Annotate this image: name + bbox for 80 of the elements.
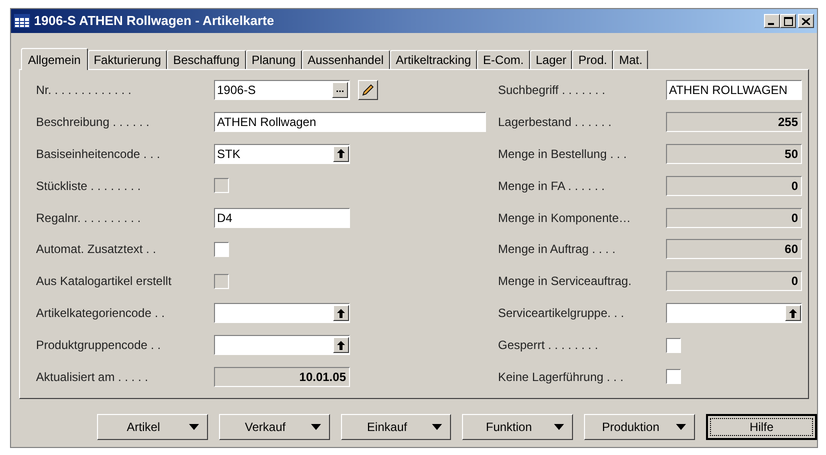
tab[interactable]: Beschaffung [167,50,246,69]
checkbox[interactable] [666,369,681,384]
menu-button[interactable]: Artikel [97,414,208,440]
close-button[interactable] [798,14,814,28]
tab[interactable]: Lager [530,50,572,69]
edit-button[interactable] [358,80,378,100]
maximize-icon [784,16,792,26]
field-label: Keine Lagerführung . . . [498,368,624,386]
text-field[interactable]: ATHEN Rollwagen [214,112,486,132]
readonly-field: 10.01.05 [214,366,350,387]
up-arrow-icon [337,340,345,350]
field-value: 1906-S [216,82,257,99]
lookup-field[interactable]: 1906-S ... [214,80,350,100]
tab[interactable]: Prod. [572,50,614,69]
dropdown-field[interactable] [214,335,350,355]
field-label: Menge in Auftrag . . . . [498,241,616,258]
readonly-field: 50 [666,144,802,164]
dropdown-arrow-icon [188,424,199,430]
field-label: Produktgruppencode . . [36,337,162,354]
lookup-button[interactable] [785,305,801,322]
ellipsis-button[interactable]: ... [332,82,348,98]
menu-button[interactable]: Verkauf [218,414,330,440]
field-label: Suchbegriff . . . . . . . [498,82,606,99]
dropdown-arrow-icon [432,424,442,430]
dropdown-field[interactable]: STK [214,144,350,164]
text-field[interactable]: D4 [214,208,350,228]
field-label: Menge in Serviceauftrag. [498,273,632,290]
tab[interactable]: Mat. [613,50,648,69]
readonly-field: 0 [666,208,802,228]
maximize-button[interactable] [780,14,796,28]
dropdown-arrow-icon [676,424,686,430]
minimize-icon [768,23,776,25]
pencil-icon [362,84,374,96]
tab[interactable]: Aussenhandel [302,50,390,69]
field-label: Beschreibung . . . . . . [36,114,150,131]
field-label: Menge in Komponente… [498,210,632,226]
readonly-field: 0 [666,271,802,292]
field-label: Basiseinheitencode . . . [36,146,162,163]
field-value: STK [216,146,242,163]
tab[interactable]: Fakturierung [88,50,168,69]
dropdown-field[interactable] [666,303,802,324]
tab[interactable]: Planung [246,50,302,69]
field-label: Menge in FA . . . . . . [498,178,606,195]
field-label: Menge in Bestellung . . . [498,146,628,163]
checkbox[interactable] [666,338,681,352]
up-arrow-icon [337,149,345,158]
up-arrow-icon [789,308,797,318]
menu-button[interactable]: Einkauf [340,414,452,440]
field-label: Lagerbestand . . . . . . [498,114,612,131]
help-button[interactable]: Hilfe [706,414,818,440]
field-label: Nr. . . . . . . . . . . . . [36,82,132,99]
dropdown-arrow-icon [310,424,321,430]
readonly-field: 60 [666,239,802,260]
field-label: Serviceartikelgruppe. . . [498,305,626,322]
window-title: 1906-S ATHEN Rollwagen - Artikelkarte [34,12,276,30]
lookup-button[interactable] [333,305,349,322]
checkbox[interactable] [214,242,229,257]
text-field[interactable]: ATHEN ROLLWAGEN [666,80,802,100]
lookup-button[interactable] [333,146,349,162]
field-label: Aus Katalogartikel erstellt [36,273,172,290]
close-icon [802,18,810,24]
field-label: Gesperrt . . . . . . . . [498,337,600,354]
tab[interactable]: E-Com. [477,50,530,69]
field-label: Stückliste . . . . . . . . [36,178,142,195]
up-arrow-icon [337,308,345,318]
lookup-button[interactable] [333,337,349,353]
menu-button[interactable]: Funktion [462,414,574,440]
tab[interactable]: Artikeltracking [390,50,478,69]
field-label: Automat. Zusatztext . . [36,241,158,258]
dropdown-field[interactable] [214,303,350,324]
field-label: Artikelkategoriencode . . [36,305,166,322]
dropdown-arrow-icon [554,424,564,430]
table-icon [14,14,30,28]
readonly-field: 0 [666,176,802,196]
readonly-field: 255 [666,112,802,132]
minimize-button[interactable] [764,14,780,28]
menu-button[interactable]: Produktion [584,414,696,440]
field-label: Aktualisiert am . . . . . [36,368,150,386]
field-label: Regalnr. . . . . . . . . . [36,210,142,226]
tab[interactable]: Allgemein [21,48,88,70]
